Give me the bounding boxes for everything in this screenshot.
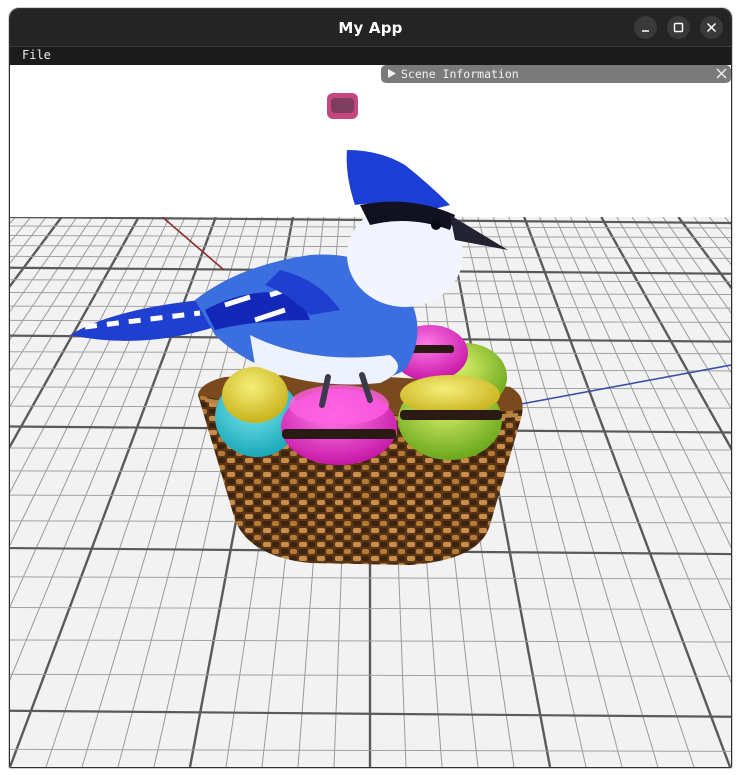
app-window: My App File Scene Information — [9, 8, 732, 768]
scene-panel-title: Scene Information — [401, 67, 519, 81]
minimize-button[interactable] — [634, 16, 657, 39]
floating-object — [327, 93, 358, 119]
triangle-right-icon[interactable] — [387, 68, 397, 79]
minimize-icon — [642, 30, 649, 32]
scene-information-panel[interactable]: Scene Information — [381, 65, 731, 83]
close-button[interactable] — [700, 16, 723, 39]
title-bar[interactable]: My App — [10, 9, 731, 46]
3d-viewport[interactable]: Scene Information — [10, 65, 731, 767]
maximize-icon — [673, 22, 684, 33]
window-title: My App — [338, 18, 403, 37]
menu-bar: File — [10, 46, 731, 65]
menu-file[interactable]: File — [22, 48, 51, 62]
maximize-button[interactable] — [667, 16, 690, 39]
close-icon — [706, 22, 717, 33]
scene-canvas[interactable] — [10, 65, 731, 767]
close-icon[interactable] — [715, 67, 728, 80]
